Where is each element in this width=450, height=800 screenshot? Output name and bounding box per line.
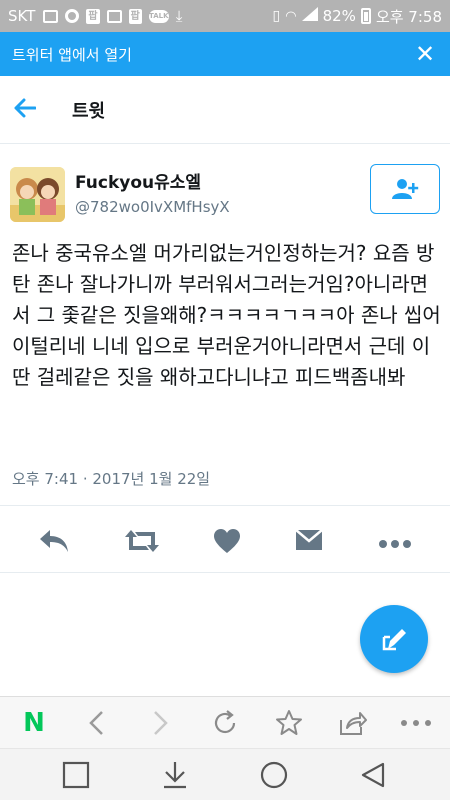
- notification-icons: 팝 팝 TALK ⤓: [43, 7, 182, 25]
- carrier-label: SKT: [8, 7, 36, 25]
- envelope-icon[interactable]: [295, 528, 323, 556]
- battery-icon: [360, 8, 371, 24]
- divider: [0, 572, 450, 573]
- retweet-icon[interactable]: [124, 528, 160, 558]
- pp-icon-2: 팝: [128, 8, 142, 24]
- share-icon[interactable]: [337, 707, 369, 739]
- refresh-icon[interactable]: [209, 707, 241, 739]
- image-icon: [106, 9, 122, 23]
- avatar[interactable]: [10, 167, 65, 222]
- compose-feather-icon: [382, 629, 406, 651]
- vibrate-icon: ▯: [272, 8, 281, 24]
- user-handle[interactable]: @782wo0IvXMfHsyX: [75, 198, 230, 216]
- compose-tweet-button[interactable]: [360, 605, 428, 673]
- back-arrow-icon[interactable]: [14, 95, 54, 125]
- pp-icon: 팝: [86, 8, 100, 24]
- naver-logo-icon[interactable]: N: [18, 707, 50, 739]
- status-bar: SKT 팝 팝 TALK ⤓ ▯ ◠ 82% 오후 7:58: [0, 0, 450, 32]
- reply-icon[interactable]: [38, 528, 70, 558]
- open-in-app-banner[interactable]: 트위터 앱에서 열기 ✕: [0, 32, 450, 76]
- screen: SKT 팝 팝 TALK ⤓ ▯ ◠ 82% 오후 7:58 트위터 앱에서 열…: [0, 0, 450, 800]
- clock: 오후 7:58: [375, 7, 442, 26]
- circle-icon: [65, 9, 80, 23]
- tweet-author: Fuckyou유소엘 @782wo0IvXMfHsyX: [10, 164, 440, 222]
- follow-button[interactable]: [370, 164, 440, 214]
- home-icon[interactable]: [258, 759, 290, 791]
- system-navigation: [0, 748, 450, 800]
- message-icon: [43, 9, 59, 23]
- wifi-icon: ◠: [285, 8, 297, 24]
- download-icon: ⤓: [175, 7, 183, 25]
- heart-icon[interactable]: [213, 528, 241, 558]
- add-user-icon: [392, 179, 419, 199]
- close-icon[interactable]: ✕: [412, 42, 438, 66]
- author-names: Fuckyou유소엘 @782wo0IvXMfHsyX: [75, 168, 230, 216]
- battery-percent: 82%: [322, 7, 356, 25]
- display-name[interactable]: Fuckyou유소엘: [75, 168, 230, 193]
- signal-icon: [301, 7, 318, 25]
- forward-chevron-icon[interactable]: [145, 707, 177, 739]
- divider: [0, 505, 450, 506]
- back-chevron-icon[interactable]: [80, 707, 112, 739]
- open-in-app-label[interactable]: 트위터 앱에서 열기: [12, 44, 132, 65]
- page-title: 트윗: [72, 100, 106, 122]
- back-icon[interactable]: [357, 759, 389, 791]
- tweet-text: 존나 중국유소엘 머가리없는거인정하는거? 요즘 방탄 존나 잘나가니까 부러워…: [12, 241, 441, 389]
- tweet-timestamp[interactable]: 오후 7:41 · 2017년 1월 22일: [12, 468, 210, 489]
- bookmark-star-icon[interactable]: [273, 707, 305, 739]
- more-icon[interactable]: [378, 534, 412, 553]
- page-header: 트윗: [0, 76, 450, 144]
- talk-icon: TALK: [148, 9, 169, 23]
- more-menu-icon[interactable]: [400, 707, 432, 739]
- notifications-down-icon[interactable]: [159, 759, 191, 791]
- browser-toolbar: N: [0, 696, 450, 748]
- status-right: ▯ ◠ 82% 오후 7:58: [273, 6, 442, 27]
- recent-apps-icon[interactable]: [60, 759, 92, 791]
- tweet-actions: [0, 520, 450, 562]
